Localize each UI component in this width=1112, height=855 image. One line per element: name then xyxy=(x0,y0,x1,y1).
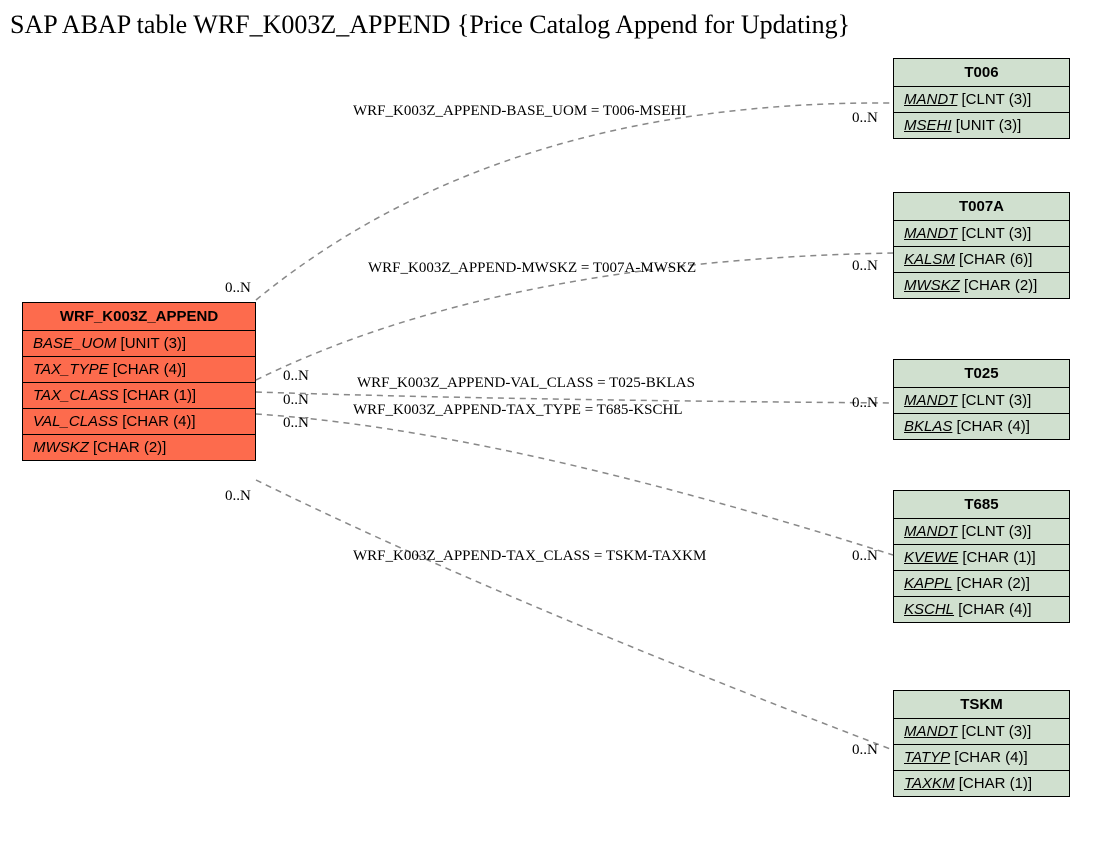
entity-header: T685 xyxy=(894,491,1069,519)
cardinality-label: 0..N xyxy=(283,368,309,385)
relation-label: WRF_K003Z_APPEND-VAL_CLASS = T025-BKLAS xyxy=(357,375,695,392)
entity-field: MANDT [CLNT (3)] xyxy=(894,388,1069,414)
entity-header: T007A xyxy=(894,193,1069,221)
entity-t025: T025 MANDT [CLNT (3)] BKLAS [CHAR (4)] xyxy=(893,359,1070,440)
entity-header: T006 xyxy=(894,59,1069,87)
cardinality-label: 0..N xyxy=(852,395,878,412)
entity-field: TAXKM [CHAR (1)] xyxy=(894,771,1069,796)
entity-field: TATYP [CHAR (4)] xyxy=(894,745,1069,771)
cardinality-label: 0..N xyxy=(852,742,878,759)
entity-field: MANDT [CLNT (3)] xyxy=(894,519,1069,545)
cardinality-label: 0..N xyxy=(283,415,309,432)
entity-tskm: TSKM MANDT [CLNT (3)] TATYP [CHAR (4)] T… xyxy=(893,690,1070,797)
entity-field: MSEHI [UNIT (3)] xyxy=(894,113,1069,138)
entity-field: KSCHL [CHAR (4)] xyxy=(894,597,1069,622)
cardinality-label: 0..N xyxy=(225,488,251,505)
entity-t006: T006 MANDT [CLNT (3)] MSEHI [UNIT (3)] xyxy=(893,58,1070,139)
entity-field: KVEWE [CHAR (1)] xyxy=(894,545,1069,571)
entity-field: MANDT [CLNT (3)] xyxy=(894,221,1069,247)
relation-label: WRF_K003Z_APPEND-BASE_UOM = T006-MSEHI xyxy=(353,103,686,120)
cardinality-label: 0..N xyxy=(283,392,309,409)
entity-field: MWSKZ [CHAR (2)] xyxy=(23,435,255,460)
entity-header: TSKM xyxy=(894,691,1069,719)
entity-field: TAX_TYPE [CHAR (4)] xyxy=(23,357,255,383)
entity-field: TAX_CLASS [CHAR (1)] xyxy=(23,383,255,409)
entity-field: BASE_UOM [UNIT (3)] xyxy=(23,331,255,357)
relation-label: WRF_K003Z_APPEND-MWSKZ = T007A-MWSKZ xyxy=(368,260,696,277)
cardinality-label: 0..N xyxy=(225,280,251,297)
entity-t685: T685 MANDT [CLNT (3)] KVEWE [CHAR (1)] K… xyxy=(893,490,1070,623)
entity-field: KAPPL [CHAR (2)] xyxy=(894,571,1069,597)
entity-field: MANDT [CLNT (3)] xyxy=(894,719,1069,745)
entity-field: KALSM [CHAR (6)] xyxy=(894,247,1069,273)
entity-field: MWSKZ [CHAR (2)] xyxy=(894,273,1069,298)
diagram-title: SAP ABAP table WRF_K003Z_APPEND {Price C… xyxy=(10,10,850,40)
cardinality-label: 0..N xyxy=(852,548,878,565)
relation-label: WRF_K003Z_APPEND-TAX_TYPE = T685-KSCHL xyxy=(353,402,683,419)
entity-field: MANDT [CLNT (3)] xyxy=(894,87,1069,113)
entity-header: WRF_K003Z_APPEND xyxy=(23,303,255,331)
entity-field: BKLAS [CHAR (4)] xyxy=(894,414,1069,439)
cardinality-label: 0..N xyxy=(852,110,878,127)
relation-label: WRF_K003Z_APPEND-TAX_CLASS = TSKM-TAXKM xyxy=(353,548,706,565)
cardinality-label: 0..N xyxy=(852,258,878,275)
entity-t007a: T007A MANDT [CLNT (3)] KALSM [CHAR (6)] … xyxy=(893,192,1070,299)
entity-header: T025 xyxy=(894,360,1069,388)
entity-field: VAL_CLASS [CHAR (4)] xyxy=(23,409,255,435)
entity-wrf-k003z-append: WRF_K003Z_APPEND BASE_UOM [UNIT (3)] TAX… xyxy=(22,302,256,461)
